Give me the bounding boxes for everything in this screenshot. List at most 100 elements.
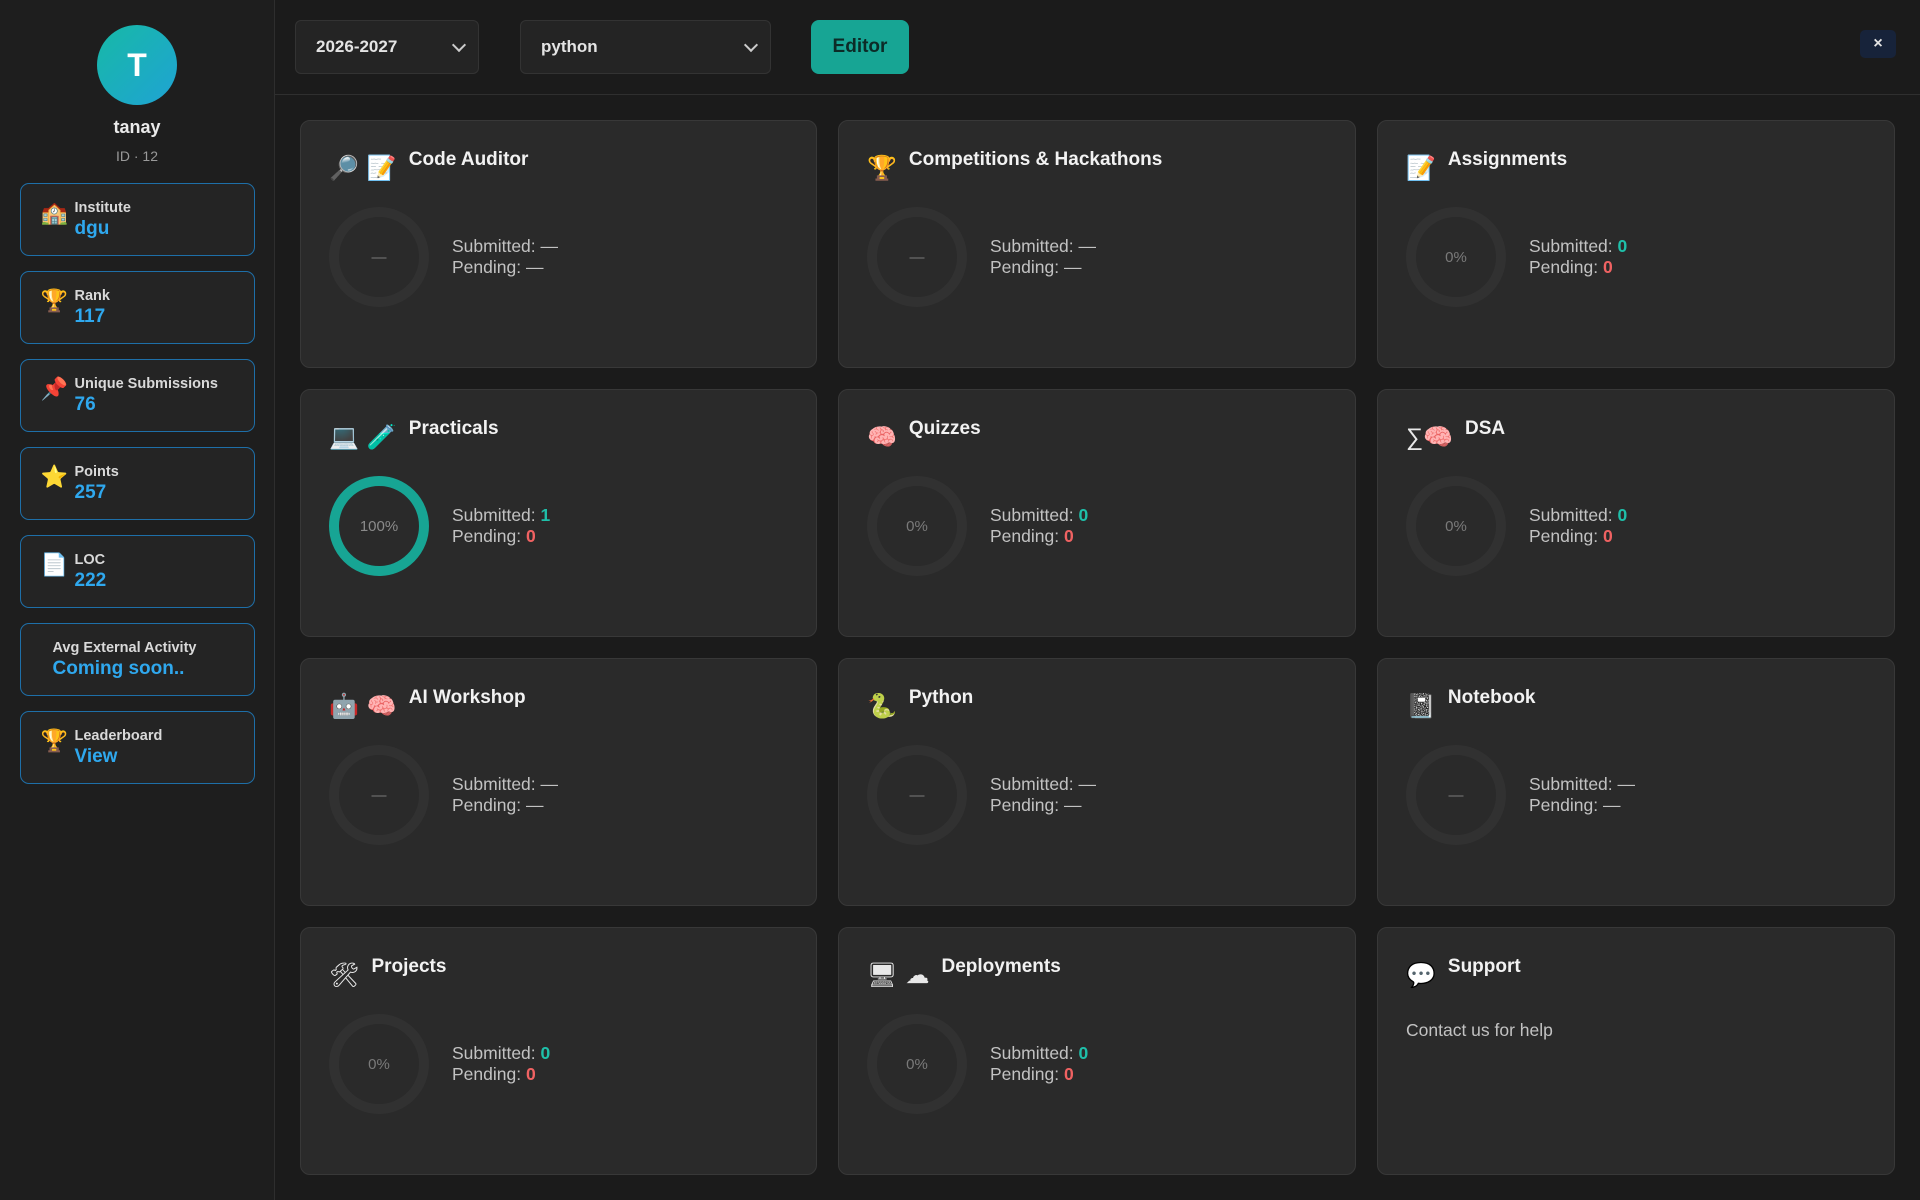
- tools-icon: 🛠: [329, 962, 360, 989]
- card-title: Python: [908, 687, 974, 708]
- card-title: Competitions & Hackathons: [908, 149, 1163, 170]
- sidebar-item-leaderboard[interactable]: 🏆 Leaderboard View: [19, 711, 255, 784]
- sidebar-item-value: 76: [74, 393, 96, 415]
- leaderboard-view-link[interactable]: View: [75, 746, 163, 768]
- card-title: Deployments: [941, 956, 1061, 977]
- star-icon: ⭐: [40, 463, 68, 489]
- close-button[interactable]: ×: [1860, 30, 1896, 58]
- card-code-auditor[interactable]: 🔎 📝 Code Auditor — Submitted: — Pending:…: [300, 120, 817, 368]
- card-title: Practicals: [408, 418, 499, 439]
- card-competitions-hackathons[interactable]: 🏆 Competitions & Hackathons — Submitted:…: [838, 120, 1356, 368]
- card-ai-workshop[interactable]: 🤖 🧠 AI Workshop — Submitted: — Pending: …: [300, 658, 817, 906]
- submitted-label: Submitted:: [452, 1043, 541, 1063]
- document-icon: 📄: [40, 551, 68, 577]
- main-content: 2026-2027 python Editor × 🔎 📝 Code Audit…: [275, 0, 1920, 1200]
- card-stats: Submitted: — Pending: —: [452, 774, 558, 816]
- sidebar-item-unique-submissions: 📌 Unique Submissions 76: [19, 359, 255, 432]
- sidebar-item-label: LOC: [74, 551, 106, 568]
- pending-value: 0: [1602, 526, 1613, 546]
- submitted-value: —: [1078, 774, 1097, 794]
- sidebar-item-value: 257: [74, 481, 107, 503]
- pending-label: Pending:: [452, 257, 526, 277]
- submitted-label: Submitted:: [452, 236, 541, 256]
- laptop-icon: 💻: [329, 424, 359, 451]
- submitted-label: Submitted:: [1529, 236, 1618, 256]
- sidebar-item-value: 117: [74, 305, 106, 327]
- progress-ring: —: [1406, 745, 1506, 845]
- activity-grid: 🔎 📝 Code Auditor — Submitted: — Pending:…: [275, 95, 1920, 1175]
- app-root: T tanay ID · 12 🏫 Institute dgu 🏆 Rank 1…: [0, 0, 1920, 1200]
- editor-button[interactable]: Editor: [811, 20, 909, 74]
- memo-icon: 📝: [1406, 155, 1436, 182]
- sidebar-item-rank: 🏆 Rank 117: [19, 271, 255, 344]
- pending-value: 0: [525, 1064, 536, 1084]
- card-dsa[interactable]: ∑🧠 DSA 0% Submitted: 0 Pending: 0: [1377, 389, 1895, 637]
- submitted-label: Submitted:: [990, 1043, 1079, 1063]
- card-stats: Submitted: 0 Pending: 0: [990, 505, 1088, 547]
- progress-ring: —: [867, 745, 967, 845]
- submitted-value: —: [1617, 774, 1636, 794]
- card-stats: Submitted: 0 Pending: 0: [1529, 505, 1627, 547]
- sidebar-item-value: Coming soon..: [52, 657, 185, 679]
- card-assignments[interactable]: 📝 Assignments 0% Submitted: 0 Pending: 0: [1377, 120, 1895, 368]
- submitted-value: —: [540, 774, 559, 794]
- progress-ring: 0%: [867, 1014, 967, 1114]
- sidebar: T tanay ID · 12 🏫 Institute dgu 🏆 Rank 1…: [0, 0, 275, 1200]
- card-projects[interactable]: 🛠 Projects 0% Submitted: 0 Pending: 0: [300, 927, 817, 1175]
- progress-ring: —: [867, 207, 967, 307]
- progress-ring: —: [329, 207, 429, 307]
- card-title: Quizzes: [908, 418, 981, 439]
- language-select[interactable]: python: [520, 20, 771, 74]
- card-title: Code Auditor: [408, 149, 529, 170]
- language-select-value: python: [541, 37, 598, 56]
- support-text: Contact us for help: [1406, 1020, 1553, 1040]
- year-select[interactable]: 2026-2027: [295, 20, 479, 74]
- pending-value: 0: [1063, 1064, 1074, 1084]
- submitted-value: 0: [540, 1043, 551, 1063]
- card-python[interactable]: 🐍 Python — Submitted: — Pending: —: [838, 658, 1356, 906]
- school-icon: 🏫: [40, 199, 68, 225]
- submitted-value: 1: [540, 505, 551, 525]
- snake-icon: 🐍: [867, 693, 897, 720]
- pending-label: Pending:: [1529, 795, 1603, 815]
- sigma-brain-icon: ∑🧠: [1406, 424, 1453, 451]
- avatar[interactable]: T: [97, 25, 177, 105]
- card-support[interactable]: 💬 Support Contact us for help: [1377, 927, 1895, 1175]
- sidebar-item-value: 222: [74, 569, 107, 591]
- card-title: Support: [1447, 956, 1521, 977]
- submitted-label: Submitted:: [1529, 774, 1618, 794]
- pending-value: 0: [1602, 257, 1613, 277]
- submitted-value: 0: [1617, 236, 1628, 256]
- sidebar-item-points: ⭐ Points 257: [19, 447, 255, 520]
- card-quizzes[interactable]: 🧠 Quizzes 0% Submitted: 0 Pending: 0: [838, 389, 1356, 637]
- submitted-label: Submitted:: [990, 236, 1079, 256]
- card-stats: Submitted: 0 Pending: 0: [990, 1043, 1088, 1085]
- pending-value: 0: [1063, 526, 1074, 546]
- trophy-icon: 🏆: [40, 727, 68, 753]
- card-title: Assignments: [1447, 149, 1568, 170]
- pending-label: Pending:: [990, 1064, 1064, 1084]
- card-deployments[interactable]: 🖥 ☁ Deployments 0% Submitted: 0 Pending:…: [838, 927, 1356, 1175]
- pending-value: —: [1602, 795, 1621, 815]
- pending-value: 0: [525, 526, 536, 546]
- pending-label: Pending:: [990, 526, 1064, 546]
- pending-label: Pending:: [990, 795, 1064, 815]
- submitted-value: 0: [1617, 505, 1628, 525]
- card-stats: Submitted: — Pending: —: [452, 236, 558, 278]
- year-select-value: 2026-2027: [316, 37, 398, 56]
- sidebar-item-label: Points: [74, 463, 119, 480]
- sidebar-item-institute: 🏫 Institute dgu: [19, 183, 255, 256]
- trophy-icon: 🏆: [40, 287, 68, 313]
- chevron-down-icon: [451, 37, 467, 52]
- cloud-icon: ☁: [905, 962, 930, 989]
- pending-label: Pending:: [1529, 257, 1603, 277]
- card-notebook[interactable]: 📓 Notebook — Submitted: — Pending: —: [1377, 658, 1895, 906]
- card-practicals[interactable]: 💻 🧪 Practicals 100% Submitted: 1 Pending…: [300, 389, 817, 637]
- pending-label: Pending:: [452, 526, 526, 546]
- submitted-label: Submitted:: [452, 774, 541, 794]
- sidebar-item-label: Rank: [74, 287, 110, 304]
- magnifier-icon: 🔎: [329, 155, 359, 182]
- chevron-down-icon: [743, 37, 759, 52]
- brain-icon: 🧠: [366, 693, 397, 720]
- submitted-value: 0: [1078, 505, 1089, 525]
